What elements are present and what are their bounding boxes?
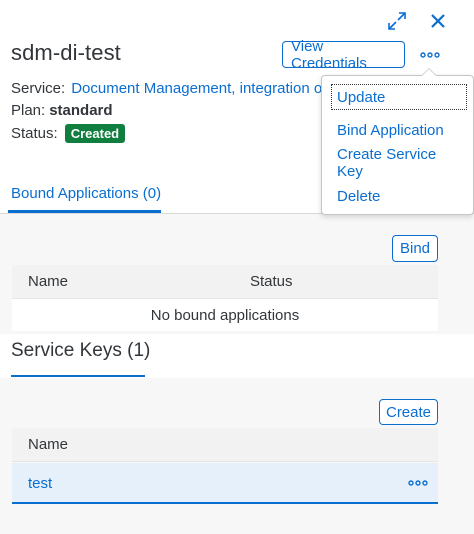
bind-button[interactable]: Bind <box>392 235 438 262</box>
menu-item-create-service-key[interactable]: Create Service Key <box>332 146 466 180</box>
page-title: sdm-di-test <box>11 40 121 65</box>
status-row: Status: Created <box>11 124 126 143</box>
table-header: Name <box>12 428 438 462</box>
actions-menu: Update Bind Application Create Service K… <box>321 75 474 215</box>
column-header-name: Name <box>28 436 69 453</box>
service-keys-underline <box>11 375 145 377</box>
close-icon[interactable] <box>424 8 452 34</box>
plan-label: Plan: <box>11 102 46 119</box>
menu-arrow-fill <box>422 69 436 76</box>
view-credentials-button[interactable]: View Credentials <box>282 38 405 72</box>
plan-value: standard <box>49 102 113 119</box>
status-label: Status: <box>11 125 58 142</box>
service-instance-panel: sdm-di-test View Credentials Service: Doc… <box>0 0 474 534</box>
column-header-status: Status <box>250 273 293 290</box>
empty-table-message: No bound applications <box>12 299 438 331</box>
service-link[interactable]: Document Management, integration option <box>71 80 331 97</box>
bound-applications-table: Name Status No bound applications <box>12 265 438 331</box>
menu-item-update[interactable]: Update <box>331 84 467 110</box>
service-key-name[interactable]: test <box>28 475 52 492</box>
menu-item-delete[interactable]: Delete <box>332 184 466 208</box>
create-button[interactable]: Create <box>379 399 438 425</box>
column-header-name: Name <box>28 273 69 290</box>
more-icon[interactable] <box>416 41 444 68</box>
status-badge: Created <box>64 124 126 143</box>
service-row: Service: Document Management, integration… <box>11 80 331 97</box>
row-more-icon[interactable] <box>406 472 430 494</box>
plan-row: Plan: standard <box>11 102 113 119</box>
expand-icon[interactable] <box>383 8 411 34</box>
service-keys-table: Name <box>12 428 438 462</box>
table-row[interactable]: test <box>12 463 438 504</box>
table-header: Name Status <box>12 265 438 299</box>
service-keys-title: Service Keys (1) <box>11 340 151 361</box>
tab-bound-applications[interactable]: Bound Applications (0) <box>11 185 161 202</box>
menu-item-bind-application[interactable]: Bind Application <box>332 118 466 142</box>
service-label: Service: <box>11 80 66 97</box>
